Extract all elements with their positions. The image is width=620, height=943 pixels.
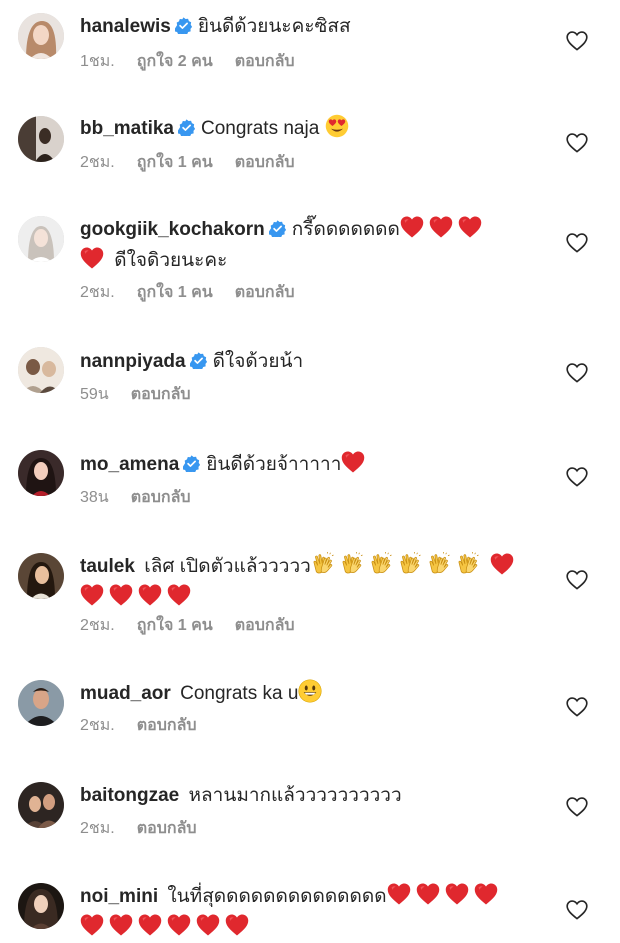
username[interactable]: noi_mini bbox=[80, 886, 158, 907]
avatar[interactable] bbox=[18, 116, 64, 162]
red-heart-emoji-icon bbox=[490, 552, 514, 576]
avatar[interactable] bbox=[18, 782, 64, 828]
avatar[interactable] bbox=[18, 216, 64, 262]
likes-count[interactable]: ถูกใจ 1 คน bbox=[137, 283, 213, 303]
user-avatar-icon bbox=[18, 216, 64, 262]
heart-eyes-emoji-icon bbox=[325, 114, 349, 138]
reply-button[interactable]: ตอบกลับ bbox=[137, 716, 197, 736]
red-heart-emoji-icon bbox=[109, 913, 133, 937]
reply-button[interactable]: ตอบกลับ bbox=[235, 616, 295, 636]
comment-text: กรี๊ดดดดดดด bbox=[291, 219, 400, 240]
comment-time: 2ชม. bbox=[80, 617, 115, 634]
red-heart-emoji-icon bbox=[429, 215, 453, 239]
verified-badge-icon bbox=[175, 17, 192, 34]
user-avatar-icon bbox=[18, 116, 64, 162]
comment-text-line2: ดีใจดิวยนะคะ bbox=[114, 250, 228, 271]
likes-count[interactable]: ถูกใจ 1 คน bbox=[137, 153, 213, 173]
comment-time: 2ชม. bbox=[80, 717, 115, 734]
red-heart-emoji-icon bbox=[109, 583, 133, 607]
like-heart-icon[interactable] bbox=[566, 467, 588, 487]
reply-button[interactable]: ตอบกลับ bbox=[235, 52, 295, 72]
like-heart-icon[interactable] bbox=[566, 233, 588, 253]
like-heart-icon[interactable] bbox=[566, 31, 588, 51]
user-avatar-icon bbox=[18, 883, 64, 929]
red-heart-emoji-icon bbox=[341, 450, 365, 474]
user-avatar-icon bbox=[18, 450, 64, 496]
user-avatar-icon bbox=[18, 553, 64, 599]
username[interactable]: mo_amena bbox=[80, 454, 179, 475]
red-heart-emoji-icon bbox=[138, 913, 162, 937]
clapping-hands-emoji-icon bbox=[456, 552, 480, 576]
username[interactable]: hanalewis bbox=[80, 16, 171, 37]
comment-text: หลานมากแล้วววววววววว bbox=[188, 785, 402, 806]
comment-text: Congrats naja bbox=[200, 118, 320, 139]
red-heart-emoji-icon bbox=[458, 215, 482, 239]
like-heart-icon[interactable] bbox=[566, 697, 588, 717]
comment-text: ยินดีด้วยจ้าาาาา bbox=[206, 454, 342, 475]
reply-button[interactable]: ตอบกลับ bbox=[235, 283, 295, 303]
clapping-hands-emoji-icon bbox=[398, 552, 422, 576]
likes-count[interactable]: ถูกใจ 1 คน bbox=[137, 616, 213, 636]
verified-badge-icon bbox=[178, 119, 195, 136]
avatar[interactable] bbox=[18, 13, 64, 59]
red-heart-emoji-icon bbox=[416, 882, 440, 906]
like-heart-icon[interactable] bbox=[566, 900, 588, 920]
red-heart-emoji-icon bbox=[445, 882, 469, 906]
avatar[interactable] bbox=[18, 450, 64, 496]
avatar[interactable] bbox=[18, 883, 64, 929]
comment-text: ในที่สุดดดดดดดดดดดดดด bbox=[167, 886, 387, 907]
red-heart-emoji-icon bbox=[167, 583, 191, 607]
like-heart-icon[interactable] bbox=[566, 570, 588, 590]
red-heart-emoji-icon bbox=[80, 246, 104, 270]
comment-time: 2ชม. bbox=[80, 820, 115, 837]
user-avatar-icon bbox=[18, 347, 64, 393]
comment-time: 2ชม. bbox=[80, 154, 115, 171]
comment-time: 59น bbox=[80, 386, 109, 403]
reply-button[interactable]: ตอบกลับ bbox=[131, 488, 191, 508]
red-heart-emoji-icon bbox=[138, 583, 162, 607]
red-heart-emoji-icon bbox=[387, 882, 411, 906]
clapping-hands-emoji-icon bbox=[340, 552, 364, 576]
user-avatar-icon bbox=[18, 680, 64, 726]
red-heart-emoji-icon bbox=[474, 882, 498, 906]
comment-text: ยินดีด้วยนะคะซิสส bbox=[197, 16, 351, 37]
clapping-hands-emoji-icon bbox=[369, 552, 393, 576]
username[interactable]: nannpiyada bbox=[80, 351, 186, 372]
verified-badge-icon bbox=[183, 455, 200, 472]
red-heart-emoji-icon bbox=[80, 583, 104, 607]
avatar[interactable] bbox=[18, 347, 64, 393]
red-heart-emoji-icon bbox=[80, 913, 104, 937]
username[interactable]: taulek bbox=[80, 556, 135, 577]
avatar[interactable] bbox=[18, 553, 64, 599]
clapping-hands-emoji-icon bbox=[311, 552, 335, 576]
comment-time: 1ชม. bbox=[80, 53, 115, 70]
woman-avatar-icon bbox=[18, 13, 64, 59]
comment-text: ดีใจด้วยน้า bbox=[212, 351, 304, 372]
like-heart-icon[interactable] bbox=[566, 797, 588, 817]
like-heart-icon[interactable] bbox=[566, 363, 588, 383]
red-heart-emoji-icon bbox=[400, 215, 424, 239]
user-avatar-icon bbox=[18, 782, 64, 828]
verified-badge-icon bbox=[269, 220, 286, 237]
comment-text: เลิศ เปิดตัวแล้ววววว bbox=[144, 556, 311, 577]
comment-time: 38น bbox=[80, 489, 109, 506]
comment-text: Congrats ka u bbox=[180, 683, 299, 704]
reply-button[interactable]: ตอบกลับ bbox=[235, 153, 295, 173]
reply-button[interactable]: ตอบกลับ bbox=[137, 819, 197, 839]
username[interactable]: gookgiik_kochakorn bbox=[80, 219, 265, 240]
comment-time: 2ชม. bbox=[80, 284, 115, 301]
reply-button[interactable]: ตอบกลับ bbox=[131, 385, 191, 405]
username[interactable]: baitongzae bbox=[80, 785, 179, 806]
like-heart-icon[interactable] bbox=[566, 133, 588, 153]
red-heart-emoji-icon bbox=[225, 913, 249, 937]
username[interactable]: muad_aor bbox=[80, 683, 171, 704]
username[interactable]: bb_matika bbox=[80, 118, 174, 139]
smiley-emoji-icon bbox=[298, 679, 322, 703]
avatar[interactable] bbox=[18, 680, 64, 726]
verified-badge-icon bbox=[190, 352, 207, 369]
red-heart-emoji-icon bbox=[167, 913, 191, 937]
likes-count[interactable]: ถูกใจ 2 คน bbox=[137, 52, 213, 72]
red-heart-emoji-icon bbox=[196, 913, 220, 937]
clapping-hands-emoji-icon bbox=[427, 552, 451, 576]
